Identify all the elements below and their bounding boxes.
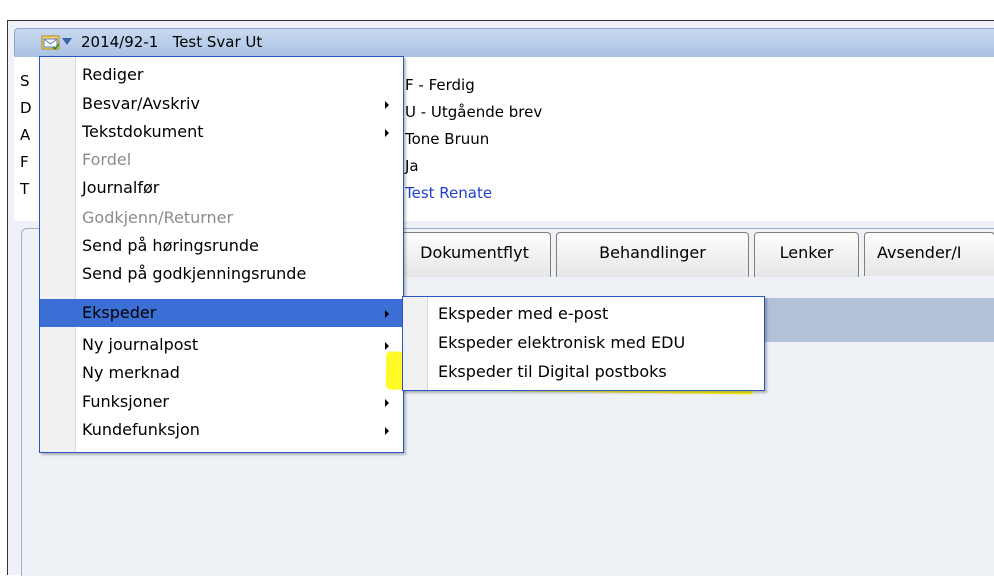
menu-item-label: Ny journalpost — [82, 335, 199, 354]
menu-item-ekspeder[interactable]: Ekspeder — [40, 299, 403, 327]
menu-item-label: Journalfør — [82, 178, 160, 197]
menu-item-send-horingsrunde[interactable]: Send på høringsrunde — [40, 234, 403, 258]
tab-avsender[interactable]: Avsender/I — [864, 232, 994, 276]
status-value: F - Ferdig — [405, 76, 475, 94]
info-key: F — [20, 153, 29, 171]
menu-item-besvar-avskriv[interactable]: Besvar/Avskriv — [40, 92, 403, 116]
menu-item-label: Funksjoner — [82, 392, 170, 411]
menu-item-godkjenn-returner: Godkjenn/Returner — [40, 206, 403, 230]
menu-item-label: Send på høringsrunde — [82, 236, 259, 255]
context-menu: Rediger Besvar/Avskriv Tekstdokument For… — [39, 56, 404, 453]
chevron-right-icon — [385, 101, 389, 109]
menu-item-funksjoner[interactable]: Funksjoner — [40, 390, 403, 414]
record-title-bar: 2014/92-1 Test Svar Ut — [14, 28, 994, 58]
info-key: S — [20, 72, 30, 90]
submenu-item-label: Ekspeder til Digital postboks — [438, 362, 667, 381]
record-name: Test Svar Ut — [172, 33, 263, 51]
ekspeder-submenu: Ekspeder med e-post Ekspeder elektronisk… — [402, 296, 765, 391]
mail-folder-icon[interactable] — [41, 33, 61, 51]
menu-item-journalfor[interactable]: Journalfør — [40, 176, 403, 200]
record-number: 2014/92-1 — [81, 33, 159, 51]
menu-item-rediger[interactable]: Rediger — [40, 63, 403, 87]
submenu-item-label: Ekspeder med e-post — [438, 304, 609, 323]
menu-item-label: Kundefunksjon — [82, 420, 200, 439]
tab-behandlinger[interactable]: Behandlinger — [556, 232, 749, 277]
menu-item-label: Send på godkjenningsrunde — [82, 264, 307, 283]
record-title: 2014/92-1 Test Svar Ut — [81, 33, 262, 51]
menu-item-label: Besvar/Avskriv — [82, 94, 200, 113]
info-key: A — [20, 126, 31, 144]
menu-item-send-godkjenningsrunde[interactable]: Send på godkjenningsrunde — [40, 262, 403, 286]
submenu-item-label: Ekspeder elektronisk med EDU — [438, 333, 686, 352]
chevron-right-icon — [385, 310, 389, 318]
handler-value: Tone Bruun — [405, 130, 490, 148]
menu-item-tekstdokument[interactable]: Tekstdokument — [40, 120, 403, 144]
menu-item-label: Fordel — [82, 150, 132, 169]
menu-item-label: Ekspeder — [82, 303, 157, 322]
recipient-link[interactable]: Test Renate — [405, 184, 492, 202]
menu-item-label: Ny merknad — [82, 363, 180, 382]
flag-value: Ja — [405, 157, 419, 175]
info-key: D — [20, 99, 32, 117]
chevron-right-icon — [385, 399, 389, 407]
tab-dokumentflyt[interactable]: Dokumentflyt — [398, 232, 551, 277]
submenu-item-edu[interactable]: Ekspeder elektronisk med EDU — [403, 329, 764, 355]
chevron-right-icon — [385, 129, 389, 137]
menu-item-label: Godkjenn/Returner — [82, 208, 234, 227]
tab-lenker[interactable]: Lenker — [754, 232, 859, 277]
menu-item-label: Tekstdokument — [82, 122, 204, 141]
chevron-right-icon — [385, 427, 389, 435]
chevron-down-icon[interactable] — [62, 38, 72, 45]
document-type-value: U - Utgående brev — [405, 103, 543, 121]
menu-item-kundefunksjon[interactable]: Kundefunksjon — [40, 418, 403, 442]
info-key: T — [20, 180, 30, 198]
submenu-item-epost[interactable]: Ekspeder med e-post — [403, 300, 764, 326]
menu-item-ny-merknad[interactable]: Ny merknad — [40, 361, 403, 385]
menu-item-fordel: Fordel — [40, 148, 403, 172]
submenu-item-digital-postboks[interactable]: Ekspeder til Digital postboks — [403, 358, 764, 384]
menu-item-label: Rediger — [82, 65, 144, 84]
chevron-right-icon — [385, 342, 389, 350]
menu-item-ny-journalpost[interactable]: Ny journalpost — [40, 333, 403, 357]
document-top-edge-text — [0, 0, 994, 12]
